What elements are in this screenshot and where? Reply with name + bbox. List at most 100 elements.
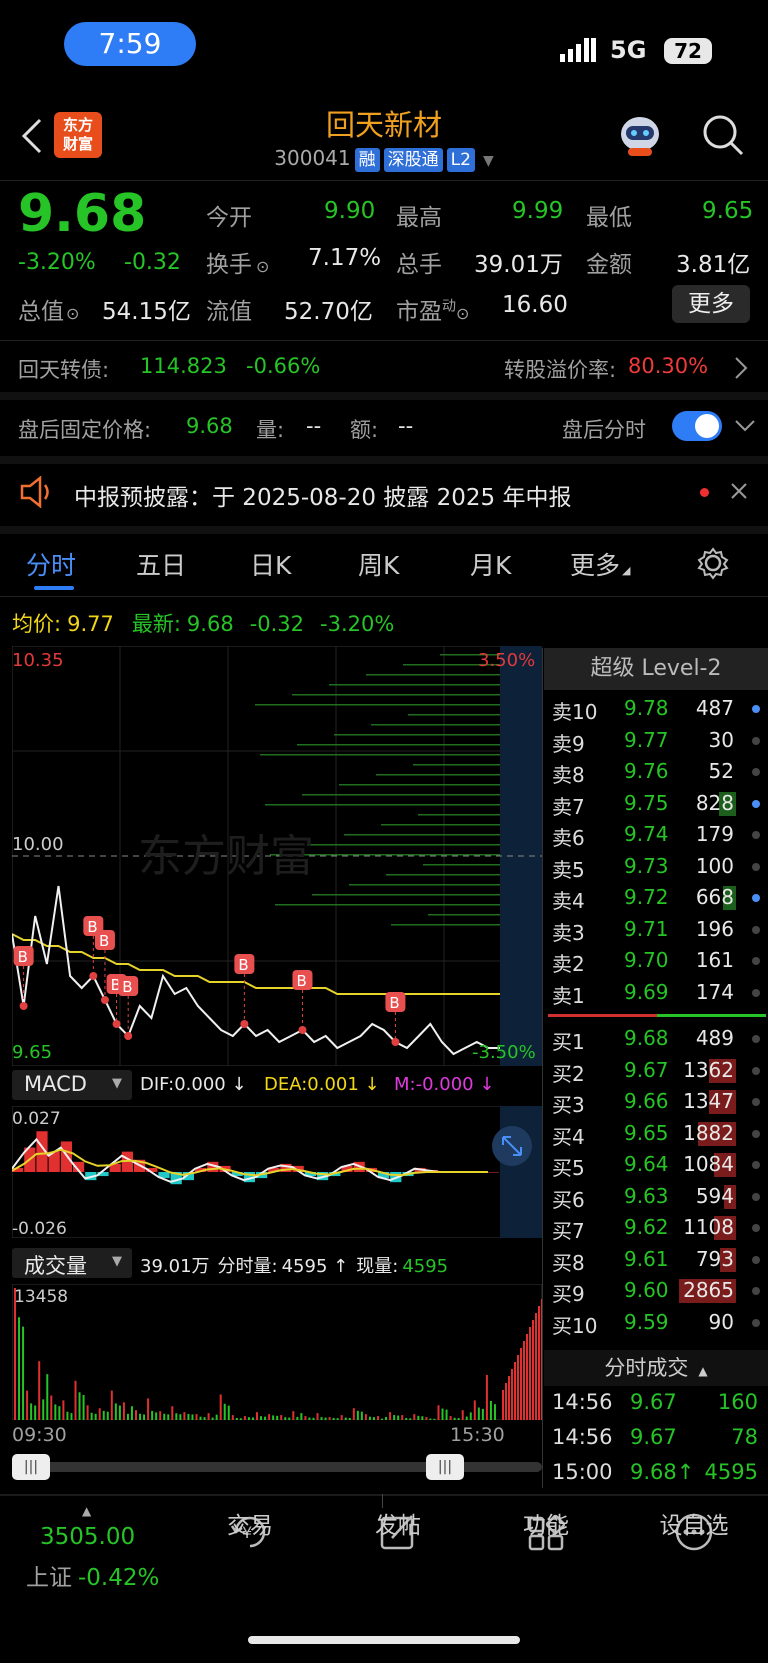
- depth-bar: [297, 744, 500, 746]
- premium-label: 转股溢价率:: [504, 358, 617, 382]
- nav-trade[interactable]: 交易: [200, 1506, 300, 1540]
- volume-bar: [58, 1406, 61, 1420]
- ask-row[interactable]: 卖1 9.69 174: [550, 978, 768, 1008]
- trades-header[interactable]: 分时成交 ▲: [544, 1350, 768, 1386]
- volume-bar: [251, 1417, 254, 1420]
- volume-bar: [511, 1369, 513, 1420]
- amount-label: 金额: [586, 252, 632, 278]
- ask-row[interactable]: 卖10 9.78 487: [550, 694, 768, 724]
- volume-bar: [82, 1395, 85, 1420]
- volume-bar: [336, 1418, 339, 1420]
- volume-bar: [130, 1406, 133, 1420]
- robot-assistant-icon[interactable]: [616, 112, 664, 162]
- search-icon[interactable]: [700, 112, 746, 162]
- volume-bar: [102, 1410, 105, 1420]
- volume-selector[interactable]: 成交量 ▼: [12, 1248, 132, 1278]
- bid-row[interactable]: 买4 9.65 1882: [550, 1119, 768, 1149]
- range-slider-handle-left[interactable]: |||: [12, 1454, 50, 1480]
- macd-bar: [487, 1172, 499, 1173]
- index-widget[interactable]: ▲ 3505.00 上证 -0.42%: [0, 1500, 180, 1591]
- trade-point: [298, 1026, 307, 1034]
- trade-volume: 78: [731, 1425, 758, 1449]
- bid-row[interactable]: 买9 9.60 2865: [550, 1276, 768, 1306]
- bid-row[interactable]: 买1 9.68 489: [550, 1024, 768, 1054]
- tab-monthly[interactable]: 月K: [470, 546, 511, 582]
- after-hours-toggle[interactable]: [672, 411, 722, 441]
- trade-point: [19, 1002, 28, 1010]
- volume-bar: [517, 1355, 519, 1420]
- tab-weekly[interactable]: 周K: [358, 546, 399, 582]
- volume-bar: [22, 1326, 25, 1420]
- volume-bar: [505, 1383, 507, 1420]
- volume-bar: [421, 1416, 424, 1420]
- nav-post[interactable]: 发帖: [348, 1506, 448, 1540]
- level-volume: 196: [695, 916, 734, 941]
- more-button[interactable]: 更多: [672, 285, 750, 323]
- volume-bar: [284, 1417, 287, 1420]
- after-hours-amt: --: [398, 414, 414, 438]
- volume-bar: [139, 1413, 142, 1420]
- range-slider-handle-right[interactable]: |||: [426, 1454, 464, 1480]
- chevron-down-icon[interactable]: [734, 418, 756, 437]
- ask-row[interactable]: 卖4 9.72 668: [550, 883, 768, 913]
- bid-row[interactable]: 买2 9.67 1362: [550, 1056, 768, 1086]
- level-price: 9.59: [624, 1309, 669, 1334]
- order-book-title[interactable]: 超级 Level-2: [544, 648, 768, 690]
- ask-row[interactable]: 卖8 9.76 52: [550, 757, 768, 787]
- macd-selector[interactable]: MACD ▼: [12, 1070, 132, 1100]
- speaker-icon: [18, 475, 54, 512]
- price-chart[interactable]: 东方财富 BBBB BBBB 10.35 3.50% 10.00 9.65 -3.…: [12, 646, 542, 1066]
- bid-row[interactable]: 买6 9.63 594: [550, 1182, 768, 1212]
- battery-icon: 72: [664, 38, 712, 64]
- macd-chart[interactable]: 0.027 -0.026: [12, 1106, 542, 1238]
- volume-bar: [223, 1403, 226, 1420]
- bid-row[interactable]: 买3 9.66 1347: [550, 1087, 768, 1117]
- trade-volume: 160: [717, 1390, 758, 1414]
- volume-chart[interactable]: 13458: [12, 1284, 542, 1420]
- trade-price: 9.67: [630, 1425, 677, 1449]
- settings-gear-icon[interactable]: [696, 546, 730, 584]
- volume-bar: [268, 1414, 271, 1420]
- buy-marker-label: B: [18, 948, 28, 966]
- bid-row[interactable]: 买7 9.62 1108: [550, 1213, 768, 1243]
- depth-bar: [307, 844, 500, 846]
- stock-code: 300041: [274, 146, 351, 170]
- close-icon[interactable]: [730, 482, 748, 504]
- level-dot: [752, 1287, 760, 1295]
- tab-more[interactable]: 更多 ◢: [570, 546, 630, 582]
- after-hours-vol-label: 量:: [256, 418, 285, 442]
- chevron-right-icon[interactable]: [734, 356, 748, 384]
- depth-bar: [371, 724, 500, 726]
- tab-timeshare[interactable]: 分时: [26, 546, 76, 582]
- volume-bar: [106, 1411, 109, 1420]
- nav-add-watchlist[interactable]: 设自选: [644, 1506, 744, 1540]
- level-dot: [752, 1318, 760, 1327]
- volume-info: 39.01万 分时量: 4595 ↑ 现量: 4595: [140, 1256, 449, 1277]
- volume-bar: [219, 1394, 222, 1420]
- volume-bar: [187, 1413, 190, 1420]
- ask-row[interactable]: 卖3 9.71 196: [550, 915, 768, 945]
- ask-row[interactable]: 卖9 9.77 30: [550, 726, 768, 756]
- price-top-label: 10.35: [12, 650, 64, 671]
- level-volume: 52: [708, 759, 734, 783]
- bid-row[interactable]: 买5 9.64 1084: [550, 1150, 768, 1180]
- volume-bar: [30, 1403, 33, 1420]
- bid-row[interactable]: 买8 9.61 793: [550, 1245, 768, 1275]
- index-change: -0.42%: [78, 1565, 160, 1591]
- notice-text[interactable]: 中报预披露：于 2025-08-20 披露 2025 年中报: [74, 478, 571, 512]
- nav-functions[interactable]: 功能: [496, 1506, 596, 1540]
- ask-row[interactable]: 卖7 9.75 828: [550, 789, 768, 819]
- tab-daily[interactable]: 日K: [250, 546, 291, 582]
- tab-5day[interactable]: 五日: [136, 546, 186, 582]
- after-hours-amt-label: 额:: [350, 418, 379, 442]
- watermark: 东方财富: [138, 832, 314, 881]
- volume-bar: [457, 1418, 460, 1420]
- trade-time: 15:00: [552, 1460, 613, 1484]
- volume-bar: [308, 1417, 311, 1420]
- ask-row[interactable]: 卖2 9.70 161: [550, 946, 768, 976]
- ask-row[interactable]: 卖5 9.73 100: [550, 852, 768, 882]
- turnover-value: 7.17%: [308, 245, 382, 271]
- bid-row[interactable]: 买10 9.59 90: [550, 1308, 768, 1338]
- bond-name[interactable]: 回天转债:: [18, 354, 109, 384]
- ask-row[interactable]: 卖6 9.74 179: [550, 820, 768, 850]
